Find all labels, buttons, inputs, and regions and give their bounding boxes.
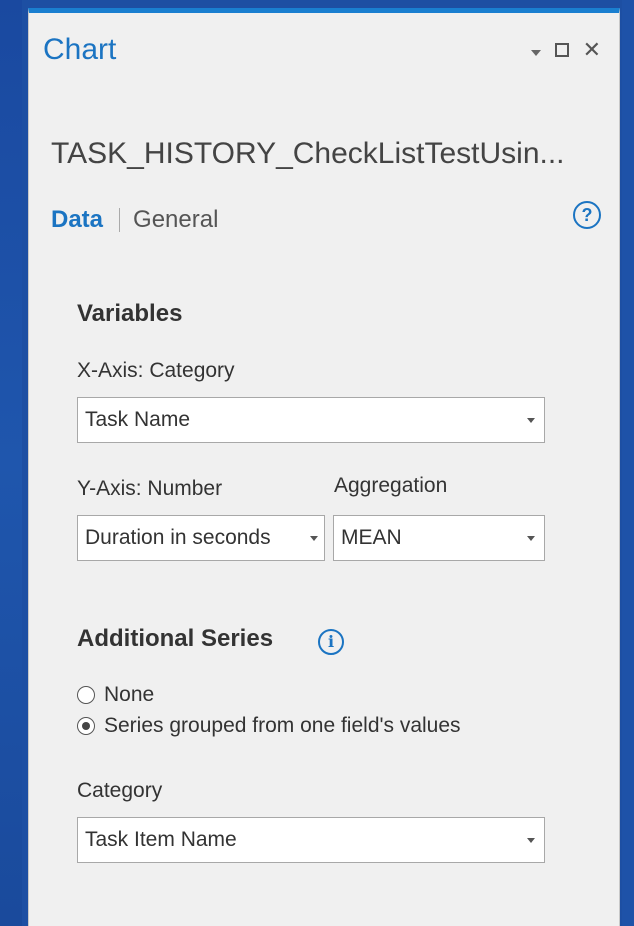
category-dropdown[interactable]: Task Item Name — [77, 817, 545, 863]
tab-divider — [119, 208, 121, 232]
chevron-down-icon — [527, 837, 535, 843]
y-axis-dropdown[interactable]: Duration in seconds — [77, 515, 325, 561]
radio-series-grouped-label: Series grouped from one field's values — [104, 714, 461, 737]
x-axis-dropdown[interactable]: Task Name — [77, 397, 545, 443]
help-icon[interactable]: ? — [573, 201, 601, 229]
background-right — [622, 0, 634, 926]
additional-series-heading: Additional Series — [77, 625, 274, 652]
info-icon[interactable]: i — [318, 629, 344, 655]
radio-series-grouped-circle[interactable] — [77, 717, 95, 735]
window-controls: ✕ — [530, 39, 601, 61]
pin-dropdown-icon[interactable] — [530, 50, 541, 56]
radio-series-grouped[interactable]: Series grouped from one field's values — [77, 714, 461, 738]
aggregation-value: MEAN — [341, 526, 402, 549]
radio-none-circle[interactable] — [77, 686, 95, 704]
radio-none[interactable]: None — [77, 683, 154, 707]
close-icon[interactable]: ✕ — [583, 39, 601, 61]
maximize-icon[interactable] — [554, 43, 569, 57]
chevron-down-icon — [527, 535, 535, 541]
y-axis-label: Y-Axis: Number — [77, 477, 223, 500]
aggregation-dropdown[interactable]: MEAN — [333, 515, 545, 561]
chart-pane: Chart ✕ TASK_HISTORY_CheckListTestUsin..… — [28, 8, 620, 926]
tab-bar: Data General — [51, 206, 218, 234]
tab-general[interactable]: General — [133, 206, 218, 234]
y-axis-value: Duration in seconds — [85, 526, 271, 549]
x-axis-value: Task Name — [85, 408, 191, 431]
aggregation-label: Aggregation — [334, 474, 448, 497]
layer-name: TASK_HISTORY_CheckListTestUsin... — [51, 137, 565, 170]
radio-none-label: None — [104, 683, 155, 706]
variables-heading: Variables — [77, 300, 183, 327]
chevron-down-icon — [527, 417, 535, 423]
chevron-down-icon — [310, 535, 318, 541]
x-axis-label: X-Axis: Category — [77, 359, 235, 382]
pane-title: Chart — [43, 33, 117, 66]
background-left — [0, 0, 22, 926]
category-value: Task Item Name — [85, 828, 237, 851]
category-label: Category — [77, 779, 163, 802]
tab-data[interactable]: Data — [51, 206, 103, 234]
